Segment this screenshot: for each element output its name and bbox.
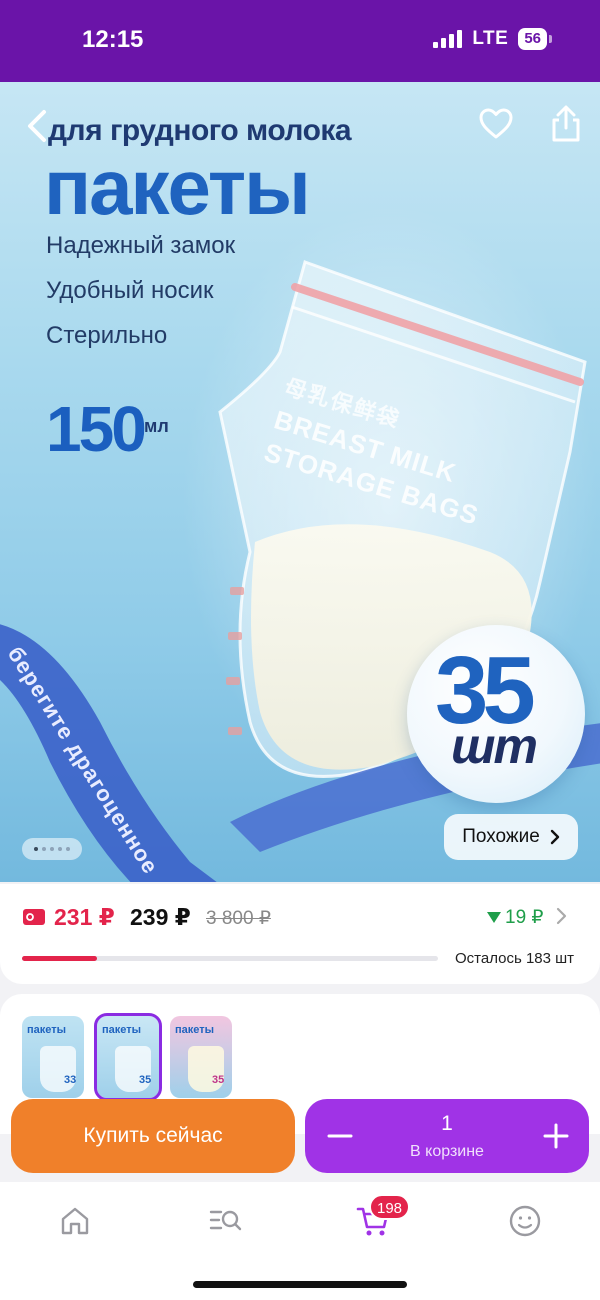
status-bar: 12:15 LTE 56 bbox=[0, 0, 600, 82]
favorite-heart-icon[interactable] bbox=[478, 106, 514, 142]
status-indicators: LTE 56 bbox=[433, 28, 552, 50]
buy-now-button[interactable]: Купить сейчас bbox=[11, 1099, 295, 1173]
gallery-dot bbox=[50, 847, 54, 851]
battery-icon: 56 bbox=[518, 28, 552, 50]
home-indicator bbox=[193, 1281, 407, 1288]
gallery-dot bbox=[34, 847, 38, 851]
price-with-card: 231 ₽ bbox=[54, 904, 115, 930]
price-drop-value: 19 ₽ bbox=[505, 907, 544, 928]
card-payment-icon bbox=[23, 909, 45, 925]
share-icon[interactable] bbox=[548, 104, 584, 144]
similar-button[interactable]: Похожие bbox=[444, 814, 578, 860]
price-drop[interactable]: 19 ₽ bbox=[487, 906, 544, 929]
similar-label: Похожие bbox=[462, 826, 540, 847]
feature-item: Надежный замок bbox=[46, 232, 236, 259]
increase-quantity-icon[interactable] bbox=[541, 1121, 571, 1151]
pack-count-unit: шт bbox=[451, 718, 538, 774]
gallery-dot bbox=[58, 847, 62, 851]
variant-thumbnail-selected[interactable]: пакеты 35 bbox=[94, 1013, 162, 1101]
chevron-right-icon[interactable] bbox=[556, 906, 568, 926]
feature-item: Стерильно bbox=[46, 322, 168, 349]
network-type: LTE bbox=[472, 28, 509, 49]
chevron-right-icon bbox=[550, 829, 559, 845]
stock-progress-fill bbox=[22, 956, 97, 961]
price-old: 3 800 ₽ bbox=[206, 908, 271, 929]
signal-icon bbox=[433, 30, 463, 48]
profile-icon[interactable] bbox=[508, 1204, 542, 1238]
gallery-dot bbox=[42, 847, 46, 851]
variant-thumbnail[interactable]: пакеты 35 bbox=[170, 1016, 232, 1098]
catalog-search-icon[interactable] bbox=[208, 1204, 242, 1238]
status-time: 12:15 bbox=[82, 26, 144, 53]
feature-item: Удобный носик bbox=[46, 277, 214, 304]
product-image-gallery[interactable]: 母乳保鲜袋 BREAST MILK STORAGE BAGS берегите … bbox=[0, 82, 600, 882]
stock-remaining: Осталось 183 шт bbox=[455, 950, 575, 967]
cart-quantity-stepper: 1 В корзине bbox=[305, 1099, 589, 1173]
variant-thumbnail[interactable]: пакеты 33 bbox=[22, 1016, 84, 1098]
gallery-pagination bbox=[22, 838, 82, 860]
pack-count-badge: 35 шт bbox=[407, 625, 585, 803]
gallery-dot bbox=[66, 847, 70, 851]
price-card[interactable]: 231 ₽ 239 ₽ 3 800 ₽ 19 ₽ Осталось 183 шт bbox=[0, 884, 600, 984]
price-regular: 239 ₽ bbox=[130, 904, 191, 930]
stock-progress-bar bbox=[22, 956, 438, 961]
hero-title: пакеты bbox=[44, 143, 311, 231]
home-icon[interactable] bbox=[58, 1204, 92, 1238]
price-down-icon bbox=[487, 912, 501, 923]
volume-unit: мл bbox=[144, 416, 169, 436]
battery-level: 56 bbox=[518, 28, 547, 50]
cart-count-badge: 198 bbox=[369, 1194, 411, 1220]
volume-value: 150 bbox=[46, 393, 147, 465]
